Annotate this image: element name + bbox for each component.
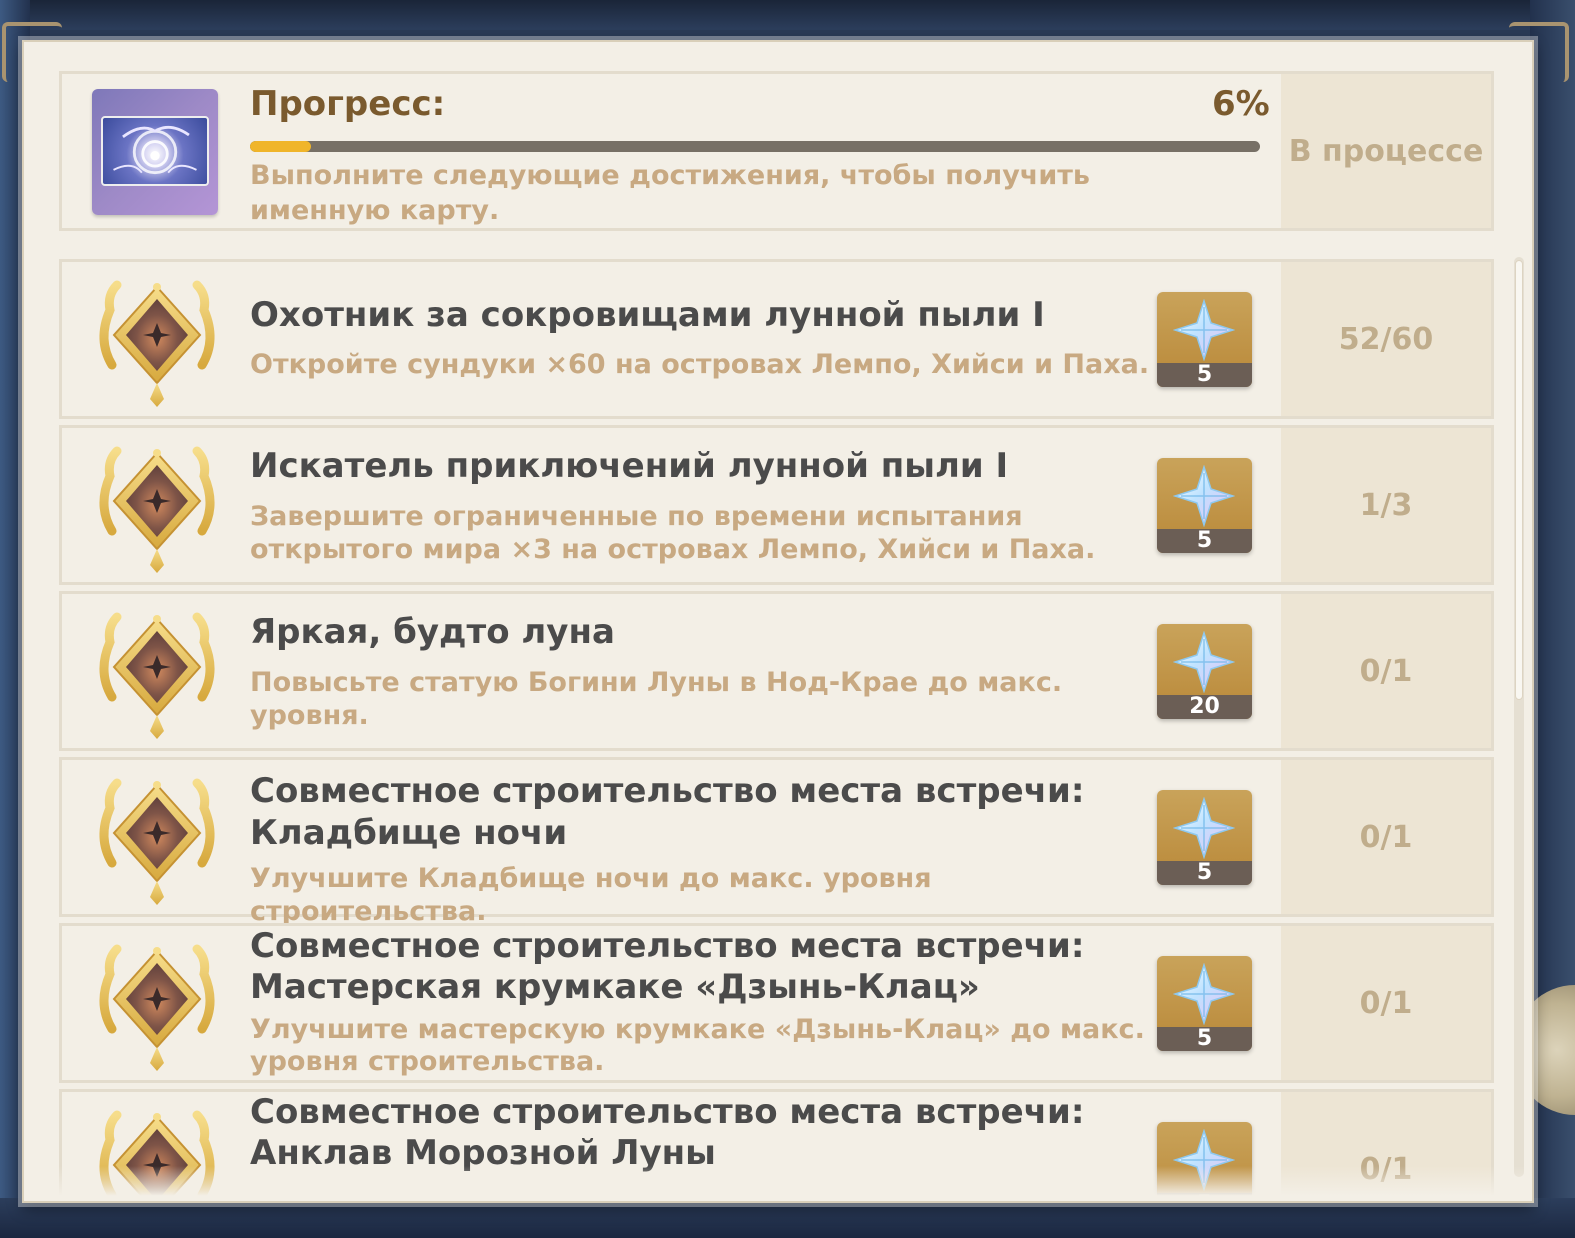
namecard-icon[interactable]	[92, 89, 218, 215]
achievement-title: Яркая, будто луна	[250, 612, 615, 652]
achievement-status: 0/1	[1281, 926, 1491, 1080]
progress-main: Прогресс: 6% Выполните следующие достиже…	[62, 74, 1281, 228]
achievement-row[interactable]: Охотник за сокровищами лунной пыли I Отк…	[59, 259, 1494, 419]
achievement-main: Совместное строительство места встречи: …	[62, 760, 1281, 927]
achievement-main: Охотник за сокровищами лунной пыли I Отк…	[62, 262, 1281, 416]
achievement-description: Завершите ограниченные по времени испыта…	[250, 501, 1096, 565]
achievement-description: Улучшите мастерскую крумкаке «Дзынь-Клац…	[250, 1014, 1145, 1077]
achievement-title: Совместное строительство места встречи: …	[250, 926, 1085, 1007]
progress-status: В процессе	[1281, 74, 1491, 228]
primogem-reward[interactable]: 5	[1157, 956, 1252, 1051]
achievement-main: Искатель приключений лунной пыли I Завер…	[62, 428, 1281, 582]
achievement-row[interactable]: Яркая, будто луна Повысьте статую Богини…	[59, 591, 1494, 751]
primogem-icon	[1174, 798, 1234, 858]
primogem-icon	[1174, 300, 1234, 360]
achievement-status: 0/1	[1281, 760, 1491, 914]
progress-description: Выполните следующие достижения, чтобы по…	[250, 160, 1090, 226]
achievement-medal-icon	[82, 763, 232, 913]
progress-bar	[250, 141, 1260, 152]
primogem-reward[interactable]: 5	[1157, 458, 1252, 553]
achievement-row[interactable]: Совместное строительство места встречи: …	[59, 923, 1494, 1083]
reward-count: 5	[1157, 529, 1252, 553]
reward-count: 5	[1157, 1027, 1252, 1051]
progress-title: Прогресс:	[250, 84, 446, 124]
achievement-status: 0/1	[1281, 594, 1491, 748]
achievement-status: 52/60	[1281, 262, 1491, 416]
primogem-reward[interactable]: 20	[1157, 624, 1252, 719]
progress-row: Прогресс: 6% Выполните следующие достиже…	[59, 71, 1494, 231]
achievement-medal-icon	[82, 431, 232, 581]
namecard-art	[101, 116, 209, 186]
reward-count: 5	[1157, 363, 1252, 387]
achievement-main: Яркая, будто луна Повысьте статую Богини…	[62, 594, 1281, 748]
achievement-status: 1/3	[1281, 428, 1491, 582]
achievement-medal-icon	[82, 929, 232, 1079]
achievement-medal-icon	[82, 597, 232, 747]
primogem-reward[interactable]: 5	[1157, 790, 1252, 885]
background-top	[0, 0, 1575, 30]
background-bottom	[0, 1198, 1575, 1238]
achievement-title: Совместное строительство места встречи: …	[250, 1092, 1085, 1173]
achievement-medal-icon	[82, 265, 232, 415]
reward-count: 5	[1157, 861, 1252, 885]
achievement-title: Совместное строительство места встречи: …	[250, 771, 1085, 853]
achievement-description: Откройте сундуки ×60 на островах Лемпо, …	[250, 349, 1150, 380]
reward-count: 20	[1157, 695, 1252, 719]
achievement-title: Охотник за сокровищами лунной пыли I	[250, 295, 1045, 335]
list-fade	[24, 1166, 1532, 1201]
achievement-title: Искатель приключений лунной пыли I	[250, 446, 1009, 486]
achievement-main: Совместное строительство места встречи: …	[62, 926, 1281, 1080]
achievement-description: Улучшите Кладбище ночи до макс. уровня с…	[250, 863, 932, 927]
primogem-icon	[1174, 632, 1234, 692]
primogem-reward[interactable]: 5	[1157, 292, 1252, 387]
progress-bar-fill	[250, 141, 311, 152]
achievement-panel: Прогресс: 6% Выполните следующие достиже…	[22, 40, 1534, 1203]
progress-percent: 6%	[1212, 84, 1270, 124]
achievement-row[interactable]: Совместное строительство места встречи: …	[59, 757, 1494, 927]
achievement-description: Повысьте статую Богини Луны в Нод-Крае д…	[250, 667, 1063, 731]
achievement-row[interactable]: Искатель приключений лунной пыли I Завер…	[59, 425, 1494, 585]
primogem-icon	[1174, 466, 1234, 526]
scrollbar-thumb[interactable]	[1515, 260, 1523, 700]
primogem-icon	[1174, 964, 1234, 1024]
